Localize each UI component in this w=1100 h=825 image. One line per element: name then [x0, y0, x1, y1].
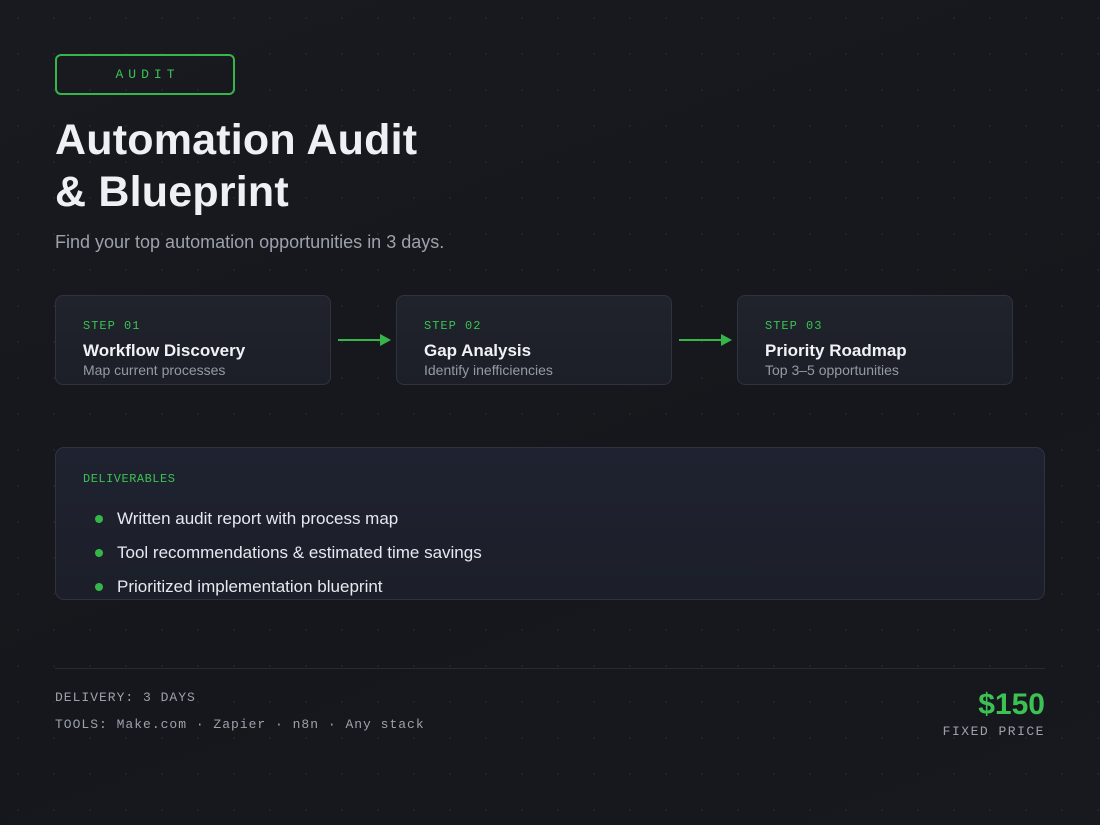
list-item: Written audit report with process map: [83, 502, 1044, 536]
dot-icon: [95, 583, 103, 591]
list-item-text: Tool recommendations & estimated time sa…: [117, 543, 482, 562]
page-title-line-2: & Blueprint: [55, 168, 289, 216]
delivery-time: DELIVERY: 3 DAYS: [55, 690, 196, 705]
step-title: Priority Roadmap: [765, 341, 907, 360]
deliverables-panel: DELIVERABLES Written audit report with p…: [55, 447, 1045, 600]
price-label: FIXED PRICE: [942, 724, 1045, 739]
category-badge-label: AUDIT: [115, 67, 180, 82]
list-item: Tool recommendations & estimated time sa…: [83, 536, 1044, 570]
step-card-2: STEP 02 Gap Analysis Identify inefficien…: [396, 295, 672, 385]
supported-tools: TOOLS: Make.com · Zapier · n8n · Any sta…: [55, 717, 425, 732]
page-title-line-1: Automation Audit: [55, 116, 418, 164]
footer: DELIVERY: 3 DAYS TOOLS: Make.com · Zapie…: [55, 688, 1045, 743]
list-item-text: Written audit report with process map: [117, 509, 399, 528]
price: $150: [978, 688, 1045, 721]
service-card: AUDIT Automation Audit & Blueprint Find …: [55, 54, 1045, 743]
dot-icon: [95, 515, 103, 523]
step-title: Workflow Discovery: [83, 341, 246, 360]
dot-icon: [95, 549, 103, 557]
page-subtitle: Find your top automation opportunities i…: [55, 232, 445, 252]
list-item: Prioritized implementation blueprint: [83, 570, 1044, 604]
arrow-right-icon: [672, 330, 737, 350]
deliverables-label: DELIVERABLES: [83, 472, 176, 486]
step-number: STEP 01: [83, 319, 141, 333]
step-description: Identify inefficiencies: [424, 362, 553, 378]
footer-meta: DELIVERY: 3 DAYS TOOLS: Make.com · Zapie…: [55, 689, 425, 743]
step-number: STEP 03: [765, 319, 823, 333]
price-block: $150 FIXED PRICE: [943, 688, 1045, 739]
step-description: Map current processes: [83, 362, 226, 378]
page-title: Automation Audit & Blueprint: [55, 114, 1045, 218]
arrow-right-icon: [331, 330, 396, 350]
step-card-1: STEP 01 Workflow Discovery Map current p…: [55, 295, 331, 385]
step-title: Gap Analysis: [424, 341, 532, 360]
deliverables-list: Written audit report with process map To…: [83, 502, 1044, 604]
step-description: Top 3–5 opportunities: [765, 362, 899, 378]
process-steps: STEP 01 Workflow Discovery Map current p…: [55, 295, 1045, 385]
category-badge: AUDIT: [55, 54, 235, 95]
step-number: STEP 02: [424, 319, 482, 333]
list-item-text: Prioritized implementation blueprint: [117, 577, 383, 596]
footer-divider: [55, 668, 1045, 669]
step-card-3: STEP 03 Priority Roadmap Top 3–5 opportu…: [737, 295, 1013, 385]
